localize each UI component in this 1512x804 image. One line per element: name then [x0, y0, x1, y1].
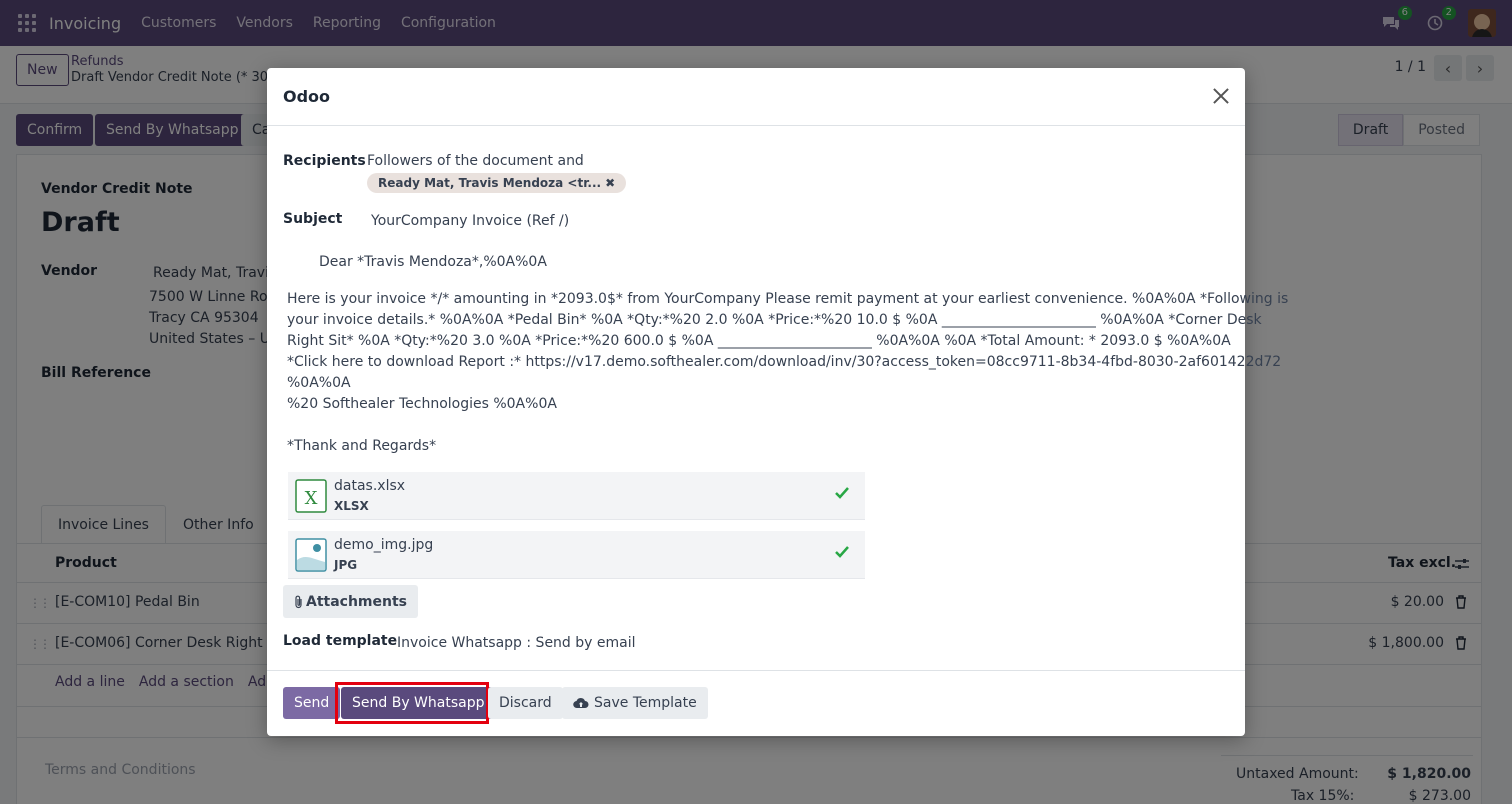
send-button[interactable]: Send	[283, 687, 341, 719]
body-line: your invoice details.* %0A%0A *Pedal Bin…	[287, 312, 1262, 328]
body-line: Here is your invoice */* amounting in *2…	[287, 291, 1289, 307]
close-icon[interactable]	[1211, 86, 1231, 106]
body-regards: *Thank and Regards*	[287, 438, 437, 454]
body-greeting[interactable]: Dear *Travis Mendoza*,%0A%0A	[319, 254, 547, 270]
paperclip-icon	[295, 595, 302, 608]
dialog-footer: Send Send By Whatsapp Discard Save Templ…	[267, 670, 1245, 736]
dialog-header: Odoo	[267, 68, 1245, 126]
subject-label: Subject	[283, 211, 343, 227]
dialog-title: Odoo	[283, 87, 331, 106]
check-icon	[835, 487, 849, 499]
recipient-tag-label: Ready Mat, Travis Mendoza <tr...	[378, 176, 602, 190]
body-line: *Click here to download Report :* https:…	[287, 354, 1282, 370]
recipients-text: Followers of the document and	[367, 153, 584, 169]
load-template-select[interactable]: Invoice Whatsapp : Send by email	[397, 635, 636, 651]
discard-button[interactable]: Discard	[488, 687, 563, 719]
message-body[interactable]: Here is your invoice */* amounting in *2…	[287, 289, 1289, 457]
attachment-item[interactable]: X datas.xlsx XLSX	[288, 472, 865, 520]
attachment-item[interactable]: demo_img.jpg JPG	[288, 531, 865, 579]
spreadsheet-icon: X	[295, 479, 327, 513]
save-template-label: Save Template	[594, 695, 697, 711]
attachments-button[interactable]: Attachments	[283, 585, 419, 618]
attachments-button-label: Attachments	[306, 593, 408, 610]
recipient-tag[interactable]: Ready Mat, Travis Mendoza <tr... ✖	[367, 173, 627, 193]
attachment-name: datas.xlsx	[334, 478, 406, 494]
image-icon	[295, 538, 327, 572]
load-template-label: Load template	[283, 633, 398, 649]
save-template-button[interactable]: Save Template	[562, 687, 708, 719]
compose-dialog: Odoo Recipients Followers of the documen…	[267, 68, 1289, 736]
subject-input[interactable]: YourCompany Invoice (Ref /)	[371, 213, 569, 229]
body-line: Right Sit* %0A *Qty:*%20 3.0 %0A *Price:…	[287, 333, 1231, 349]
attachment-ext: JPG	[334, 558, 358, 572]
body-line: %20 Softhealer Technologies %0A%0A	[287, 396, 557, 412]
attachment-name: demo_img.jpg	[334, 537, 434, 553]
highlight-box	[335, 682, 489, 724]
svg-text:X: X	[305, 488, 318, 509]
attachment-ext: XLSX	[334, 499, 369, 513]
cloud-upload-icon	[573, 697, 589, 709]
check-icon	[835, 546, 849, 558]
remove-tag-icon[interactable]: ✖	[605, 176, 615, 190]
recipients-label: Recipients	[283, 153, 366, 169]
body-line: %0A%0A	[287, 375, 351, 391]
